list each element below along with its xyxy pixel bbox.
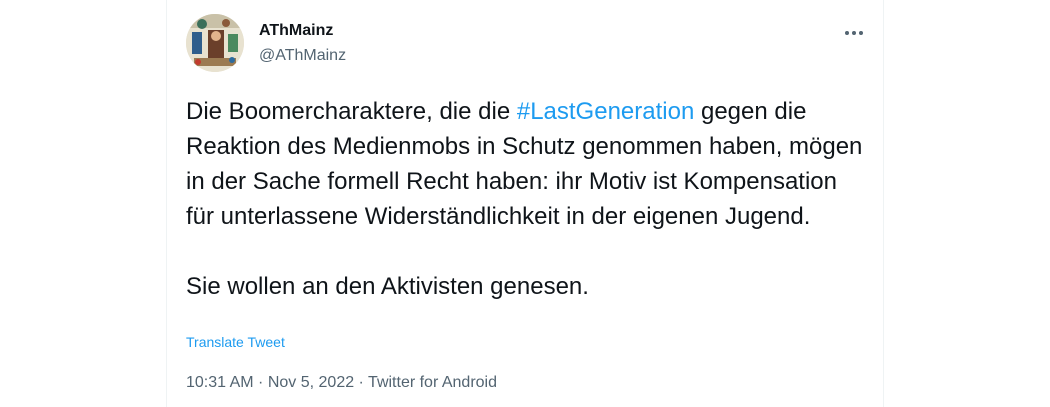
tweet-paragraph-1: Die Boomercharaktere, die die #LastGener… xyxy=(186,94,866,234)
tweet-time[interactable]: 10:31 AM xyxy=(186,374,254,391)
avatar-image-icon xyxy=(186,14,244,72)
author-display-name[interactable]: AThMainz xyxy=(259,22,333,40)
tweet-card: AThMainz @AThMainz Die Boomercharaktere,… xyxy=(166,0,884,407)
more-options-button[interactable] xyxy=(839,20,869,46)
tweet-date[interactable]: Nov 5, 2022 xyxy=(268,374,354,391)
tweet-meta: 10:31 AM · Nov 5, 2022 · Twitter for And… xyxy=(186,374,497,392)
more-options-icon xyxy=(845,31,863,35)
avatar[interactable] xyxy=(186,14,244,72)
tweet-source: Twitter for Android xyxy=(368,374,497,391)
author-handle[interactable]: @AThMainz xyxy=(259,47,346,65)
tweet-paragraph-2: Sie wollen an den Aktivisten genesen. xyxy=(186,273,589,300)
meta-separator: · xyxy=(354,374,369,391)
translate-tweet-link[interactable]: Translate Tweet xyxy=(186,334,285,350)
tweet-text-before-hashtag: Die Boomercharaktere, die die xyxy=(186,98,517,125)
tweet-text: Die Boomercharaktere, die die #LastGener… xyxy=(186,94,866,304)
hashtag-link[interactable]: #LastGeneration xyxy=(517,98,694,125)
meta-separator: · xyxy=(253,374,268,391)
